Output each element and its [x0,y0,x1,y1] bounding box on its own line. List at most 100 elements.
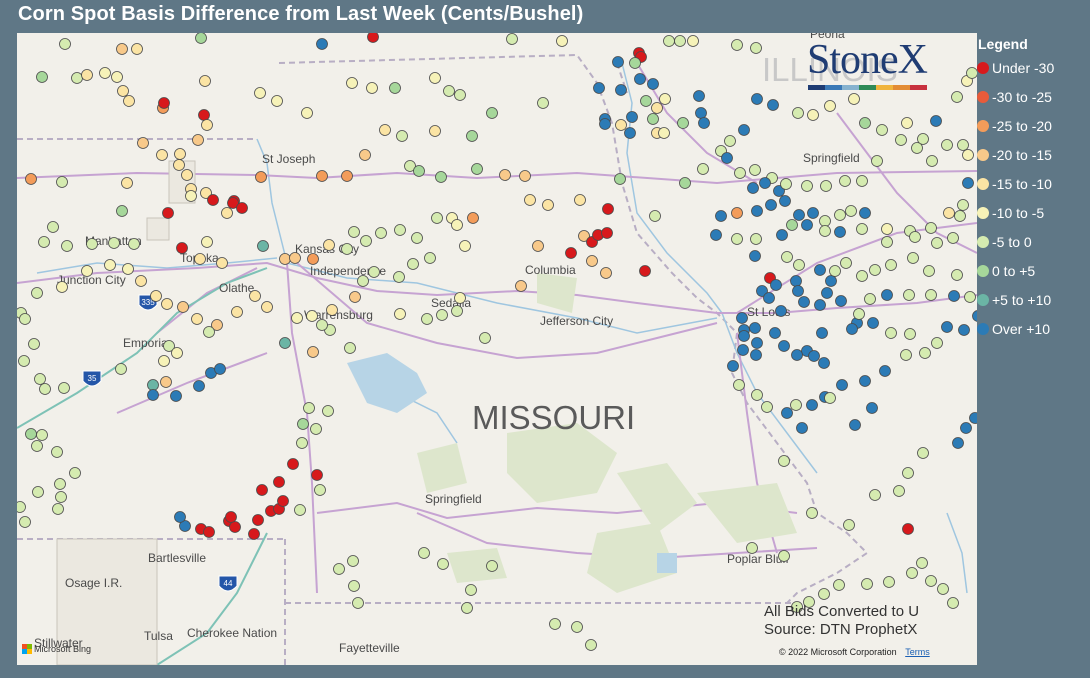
basis-point[interactable] [824,100,836,112]
basis-point[interactable] [879,365,891,377]
basis-point[interactable] [156,149,168,161]
basis-point[interactable] [867,317,879,329]
basis-point[interactable] [273,476,285,488]
basis-point[interactable] [750,349,762,361]
basis-point[interactable] [303,402,315,414]
basis-point[interactable] [565,247,577,259]
basis-point[interactable] [615,84,627,96]
basis-point[interactable] [775,305,787,317]
basis-point[interactable] [116,43,128,55]
basis-point[interactable] [907,252,919,264]
basis-point[interactable] [900,349,912,361]
basis-point[interactable] [791,349,803,361]
basis-point[interactable] [36,429,48,441]
basis-point[interactable] [279,337,291,349]
basis-point[interactable] [34,373,46,385]
basis-point[interactable] [612,56,624,68]
basis-point[interactable] [58,382,70,394]
basis-point[interactable] [749,322,761,334]
basis-point[interactable] [123,95,135,107]
basis-point[interactable] [316,319,328,331]
basis-point[interactable] [960,422,972,434]
legend-item[interactable]: -10 to -5 [977,202,1044,224]
basis-point[interactable] [790,275,802,287]
basis-point[interactable] [954,210,966,222]
basis-point[interactable] [806,399,818,411]
basis-point[interactable] [798,296,810,308]
basis-point[interactable] [194,253,206,265]
basis-point[interactable] [856,175,868,187]
basis-point[interactable] [859,117,871,129]
basis-point[interactable] [214,363,226,375]
basis-point[interactable] [807,109,819,121]
basis-point[interactable] [687,35,699,47]
basis-point[interactable] [18,355,30,367]
basis-point[interactable] [394,224,406,236]
basis-point[interactable] [806,507,818,519]
basis-point[interactable] [271,95,283,107]
basis-point[interactable] [38,236,50,248]
basis-point[interactable] [56,176,68,188]
basis-point[interactable] [585,639,597,651]
basis-point[interactable] [778,340,790,352]
basis-point[interactable] [122,263,134,275]
basis-point[interactable] [437,558,449,570]
basis-point[interactable] [199,75,211,87]
basis-point[interactable] [663,35,675,47]
basis-point[interactable] [367,33,379,43]
basis-point[interactable] [115,363,127,375]
basis-point[interactable] [326,304,338,316]
basis-point[interactable] [906,567,918,579]
basis-point[interactable] [829,265,841,277]
basis-point[interactable] [261,301,273,313]
basis-point[interactable] [257,240,269,252]
basis-point[interactable] [307,346,319,358]
basis-point[interactable] [856,270,868,282]
basis-point[interactable] [814,264,826,276]
basis-point[interactable] [349,291,361,303]
basis-point[interactable] [825,275,837,287]
basis-point[interactable] [931,337,943,349]
basis-point[interactable] [117,85,129,97]
basis-point[interactable] [36,71,48,83]
basis-point[interactable] [471,163,483,175]
basis-point[interactable] [294,504,306,516]
basis-point[interactable] [659,93,671,105]
basis-point[interactable] [786,219,798,231]
basis-point[interactable] [346,77,358,89]
basis-point[interactable] [56,281,68,293]
basis-point[interactable] [834,209,846,221]
basis-point[interactable] [819,225,831,237]
basis-point[interactable] [761,401,773,413]
basis-point[interactable] [904,328,916,340]
basis-point[interactable] [454,89,466,101]
basis-point[interactable] [532,240,544,252]
basis-point[interactable] [834,226,846,238]
basis-point[interactable] [969,412,978,424]
basis-point[interactable] [81,69,93,81]
basis-point[interactable] [941,321,953,333]
basis-point[interactable] [360,235,372,247]
basis-point[interactable] [820,180,832,192]
basis-point[interactable] [99,67,111,79]
basis-point[interactable] [19,516,31,528]
map-canvas[interactable]: MISSOURI ILLINOIS St Joseph Manhattan To… [17,33,977,665]
basis-point[interactable] [629,57,641,69]
basis-point[interactable] [926,155,938,167]
basis-point[interactable] [925,289,937,301]
basis-point[interactable] [571,621,583,633]
basis-point[interactable] [249,290,261,302]
basis-point[interactable] [236,202,248,214]
basis-point[interactable] [171,347,183,359]
legend-item[interactable]: 0 to +5 [977,260,1035,282]
basis-point[interactable] [885,259,897,271]
basis-point[interactable] [69,467,81,479]
basis-point[interactable] [231,306,243,318]
basis-point[interactable] [901,117,913,129]
basis-point[interactable] [289,252,301,264]
basis-point[interactable] [459,240,471,252]
basis-point[interactable] [792,285,804,297]
basis-point[interactable] [347,555,359,567]
basis-point[interactable] [341,243,353,255]
basis-point[interactable] [964,291,976,303]
